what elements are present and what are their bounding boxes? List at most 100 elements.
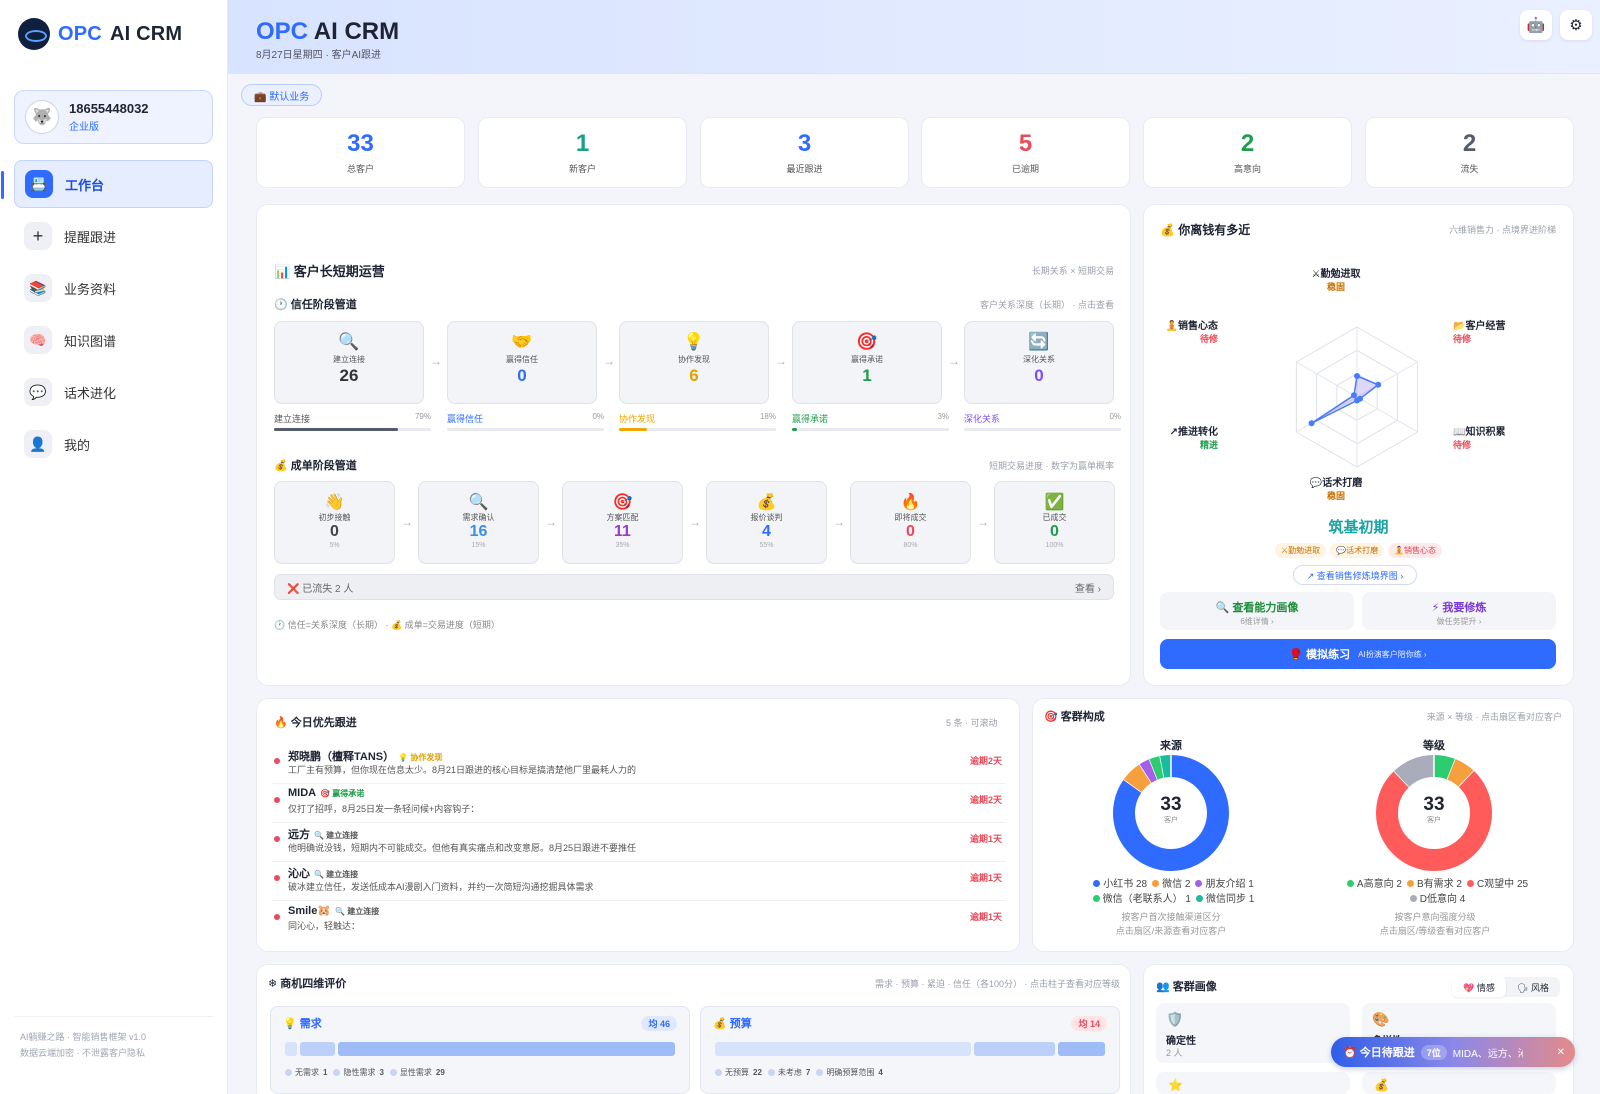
radar-dimension-label[interactable]: ⚔勤勉进取 稳固: [1296, 268, 1376, 294]
followup-row[interactable]: MIDA 🎯 赢得承诺 仅打了招呼，8月25日发一条轻问候+内容钩子： 逾期2天: [272, 785, 1006, 823]
footer-privacy: 数据云端加密 · 不泄露客户隐私: [20, 1048, 145, 1058]
grade-slice[interactable]: [1393, 755, 1435, 788]
deal-stage[interactable]: ✅ 已成交 0 100%: [994, 481, 1115, 564]
sidebar-item-materials[interactable]: 📚 业务资料: [14, 264, 213, 312]
stage-probability: 100%: [1045, 542, 1064, 549]
radar-dimension-label[interactable]: 📂客户经营 待修: [1453, 320, 1533, 346]
stat-card[interactable]: 2 高意向: [1143, 117, 1352, 188]
legend-item[interactable]: A高意向 2: [1342, 879, 1402, 890]
legend-item[interactable]: 微信 2: [1147, 879, 1190, 890]
trust-stage[interactable]: 🔍 建立连接 26: [274, 321, 424, 404]
trust-stage[interactable]: 🎯 赢得承诺 1: [792, 321, 942, 404]
radar-dimension-label[interactable]: ↗推进转化 精进: [1138, 426, 1218, 452]
lost-view-link[interactable]: 查看 ›: [1075, 580, 1101, 595]
legend-item[interactable]: B有需求 2: [1402, 879, 1462, 890]
legend-swatch: [1195, 880, 1203, 887]
portrait-tile-certainty[interactable]: 🛡️ 确定性 2 人: [1156, 1003, 1350, 1063]
stat-value: 2: [1240, 130, 1255, 157]
app-logo[interactable]: OPC AI CRM: [18, 18, 182, 50]
demand-card[interactable]: 💡 需求 均 46 无需求 1 隐性需求 3 显性需求 29: [270, 1006, 690, 1094]
radar-dimension-label[interactable]: 📖知识积累 待修: [1453, 426, 1533, 452]
stat-card[interactable]: 5 已逾期: [921, 117, 1130, 188]
legend-label: C观望中 25: [1476, 879, 1529, 890]
legend-item[interactable]: D低意向 4: [1405, 894, 1465, 905]
sidebar-item-reminders[interactable]: + 提醒跟进: [14, 212, 213, 260]
deal-stage[interactable]: 💰 报价谈判 4 55%: [706, 481, 827, 564]
simulate-practice-button[interactable]: 🥊 模拟练习 AI扮演客户陪你练 ›: [1160, 639, 1556, 669]
followup-row[interactable]: 沁心 🔍 建立连接 破冰建立信任，发送低成本AI漫剧入门资料，并约一次简短沟通挖掘具…: [272, 863, 1006, 901]
realm-ladder-link[interactable]: ↗ 查看销售修炼境界图 ›: [1293, 565, 1417, 585]
business-selector[interactable]: 💼 默认业务: [241, 84, 323, 106]
legend-item[interactable]: 微信同步 1: [1191, 894, 1254, 905]
budget-bar-unconsidered[interactable]: [974, 1042, 1056, 1056]
trust-stage[interactable]: 🔄 深化关系 0: [964, 321, 1114, 404]
followup-row[interactable]: 远方 🔍 建立连接 他明确说没钱，短期内不可能成交。但他有真实痛点和改变意愿。8月2…: [272, 824, 1006, 862]
deal-stage[interactable]: 🔥 即将成交 0 80%: [850, 481, 971, 564]
grade-slice[interactable]: [1433, 755, 1456, 780]
demand-bar-latent[interactable]: [299, 1042, 335, 1056]
tab-style[interactable]: 🗣 风格: [1506, 977, 1560, 997]
view-profile-button[interactable]: 🔍 查看能力画像 6维详情 ›: [1160, 592, 1354, 630]
today-followup-pill[interactable]: ⏰ 今日待跟进 7位 MIDA、远方、沁心 ✕: [1331, 1037, 1575, 1067]
deal-stage[interactable]: 👋 初步接触 0 5%: [274, 481, 395, 564]
legend-label: 微信 2: [1162, 879, 1191, 890]
realm-title[interactable]: 筑基初期: [1143, 516, 1574, 537]
radar-dimension-label[interactable]: 🧘销售心态 待修: [1138, 320, 1218, 346]
settings-button[interactable]: ⚙: [1560, 10, 1592, 40]
tab-emotion[interactable]: 💖 情感: [1452, 977, 1506, 997]
radar-dimension-label[interactable]: 💬话术打磨 稳固: [1296, 477, 1376, 503]
trust-pipeline-meta[interactable]: 客户关系深度（长期） · 点击查看: [980, 298, 1114, 311]
trust-progress: 建立连接 79%: [274, 412, 431, 431]
source-slice[interactable]: [1139, 759, 1158, 783]
legend-label: B有需求 2: [1416, 879, 1462, 890]
followup-row[interactable]: 郑晓鹏（檀释TANS） 💡 协作发现 工厂主有预算，但你现在信息太少。8月21日跟进…: [272, 746, 1006, 784]
legend-item[interactable]: 微信（老联系人） 1: [1088, 894, 1191, 905]
portrait-tile-4[interactable]: 💰: [1362, 1072, 1556, 1094]
source-slice[interactable]: [1123, 764, 1152, 793]
skill-chip[interactable]: 🧘销售心态: [1388, 543, 1443, 558]
close-icon[interactable]: ✕: [1557, 1047, 1565, 1058]
deal-stage[interactable]: 🔍 需求确认 16 15%: [418, 481, 539, 564]
legend-item[interactable]: 小红书 28: [1088, 879, 1147, 890]
trust-stage[interactable]: 💡 协作发现 6: [619, 321, 769, 404]
skill-chip[interactable]: ⚔勤勉进取: [1274, 543, 1327, 558]
followup-row[interactable]: Smile🐹 🔍 建立连接 同沁心，轻触达： 逾期1天: [272, 902, 1006, 940]
legend-swatch: [1466, 880, 1474, 887]
stat-card[interactable]: 1 新客户: [478, 117, 687, 188]
stat-card[interactable]: 2 流失: [1365, 117, 1574, 188]
logo-icon: [18, 18, 50, 50]
stage-name: 初步接触: [318, 513, 351, 522]
lost-customers-bar[interactable]: ❌ 已流失 2 人 查看 ›: [274, 574, 1114, 600]
budget-card[interactable]: 💰 预算 均 14 无预算 22 未考虑 7 明确预算范围 4: [700, 1006, 1120, 1094]
sidebar-item-knowledge-graph[interactable]: 🧠 知识图谱: [14, 316, 213, 364]
legend-item[interactable]: 朋友介绍 1: [1190, 879, 1254, 890]
trust-stage[interactable]: 🤝 赢得信任 0: [447, 321, 597, 404]
grade-slice[interactable]: [1446, 759, 1475, 788]
budget-bar-defined[interactable]: [1058, 1042, 1105, 1056]
demand-bar-explicit[interactable]: [337, 1042, 675, 1056]
sidebar-item-scripts[interactable]: 💬 话术进化: [14, 368, 213, 416]
sidebar-item-profile[interactable]: 👤 我的: [14, 420, 213, 468]
practice-button[interactable]: ⚡ 我要修炼 做任务提升 ›: [1362, 592, 1556, 630]
source-slice[interactable]: [1149, 756, 1165, 780]
skill-chip[interactable]: 💬话术打磨: [1330, 543, 1385, 558]
sidebar-item-workbench[interactable]: 📇 工作台: [1, 160, 213, 208]
stat-value: 33: [347, 130, 374, 157]
demand-bar-none[interactable]: [285, 1042, 297, 1056]
account-card[interactable]: 🐺 18655448032 企业版: [14, 90, 213, 144]
stat-value: 5: [1018, 130, 1033, 157]
stat-card[interactable]: 3 最近跟进: [700, 117, 909, 188]
budget-bar-none[interactable]: [715, 1042, 971, 1056]
deal-stage[interactable]: 🎯 方案匹配 11 35%: [562, 481, 683, 564]
robot-button[interactable]: 🤖: [1520, 10, 1552, 40]
source-slice[interactable]: [1160, 755, 1172, 778]
skills-meta[interactable]: 六维销售力 · 点境界进阶梯: [1449, 223, 1556, 236]
stat-card[interactable]: 33 总客户: [256, 117, 465, 188]
demand-bars[interactable]: [285, 1042, 675, 1056]
followups-meta: 5 条 · 可滚动: [946, 718, 998, 728]
progress-percent: 0%: [592, 412, 604, 421]
legend-item[interactable]: C观望中 25: [1462, 879, 1528, 890]
budget-bars[interactable]: [715, 1042, 1105, 1056]
simulate-sub: AI扮演客户陪你练 ›: [1358, 649, 1427, 659]
portrait-tile-3[interactable]: ⭐: [1156, 1072, 1350, 1094]
